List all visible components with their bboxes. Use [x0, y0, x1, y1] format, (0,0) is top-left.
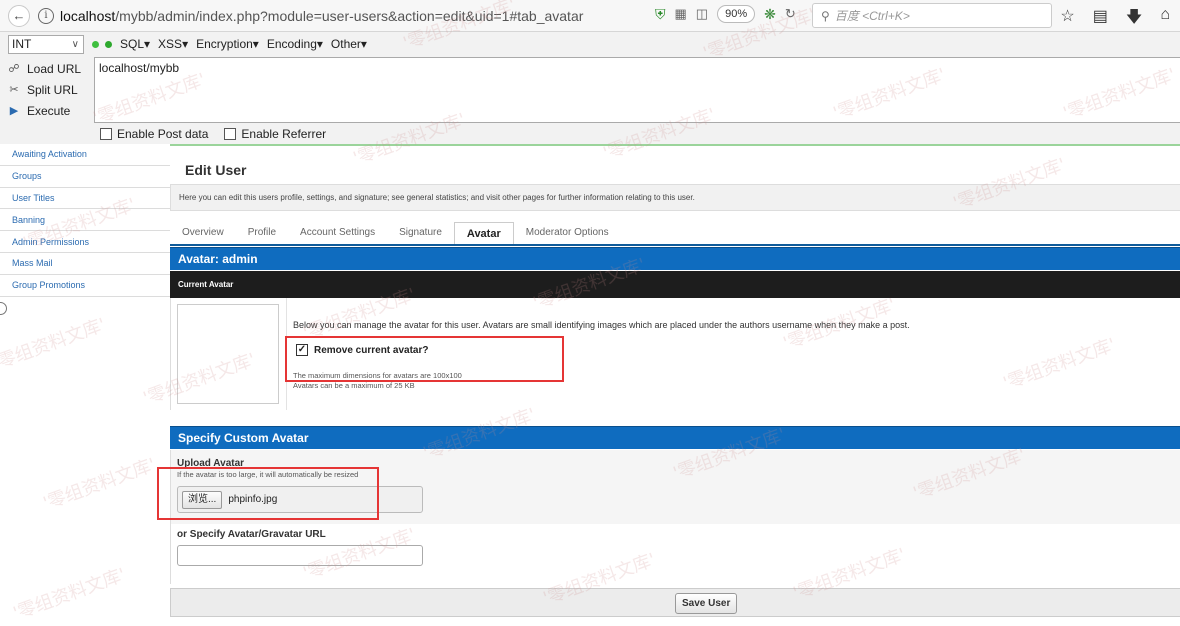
watermark-text: '零组资料文库' [40, 454, 159, 515]
checkbox-box [224, 128, 237, 140]
page-description: Here you can edit this users profile, se… [170, 184, 1180, 211]
bug-icon[interactable]: ❋ [764, 6, 776, 23]
hackbar: INT ∨ SQL▾ XSS▾ Encryption▾ Encoding▾ Ot… [0, 32, 1180, 144]
custom-avatar-panel-header: Specify Custom Avatar [170, 426, 1180, 449]
page: ← i localhost/mybb/admin/index.php?modul… [0, 0, 1180, 626]
avatar-url-section: or Specify Avatar/Gravatar URL [170, 524, 1180, 584]
sidebar-item-mass-mail[interactable]: Mass Mail [0, 253, 170, 275]
sidebar-item-admin-permissions[interactable]: Admin Permissions [0, 231, 170, 253]
sidebar-item-user-titles[interactable]: User Titles [0, 188, 170, 210]
watermark-text: '零组资料文库' [0, 314, 109, 375]
avatar-image [177, 304, 279, 404]
sidebar-item-groups[interactable]: Groups [0, 166, 170, 188]
chevron-down-icon: ∨ [71, 38, 79, 50]
reload-icon[interactable]: ↻ [785, 6, 796, 22]
radio-circle-icon [0, 302, 7, 315]
search-placeholder: 百度 <Ctrl+K> [834, 9, 910, 23]
url-path: /mybb/admin/index.php?module=user-users&… [115, 7, 584, 24]
toolbar-icons: ☆ ▤ 🡇 ⌂ [1060, 6, 1170, 33]
divider [170, 144, 1180, 146]
avatar-intro-text: Below you can manage the avatar for this… [293, 320, 910, 330]
address-bar-icons: ⛨ ▦ ◫ 90% ❋ ↻ [655, 5, 796, 23]
green-dot-icon-2[interactable] [105, 40, 112, 48]
execute-button[interactable]: ▶ Execute [0, 100, 92, 121]
search-icon: ⚲ [821, 8, 830, 23]
info-icon[interactable]: i [38, 7, 54, 24]
menu-sql[interactable]: SQL▾ [120, 37, 150, 51]
tab-account-settings[interactable]: Account Settings [288, 222, 387, 244]
form-actions: Save User [170, 588, 1180, 617]
highlight-box-upload [157, 467, 379, 520]
menu-encoding[interactable]: Encoding▾ [267, 37, 323, 51]
highlight-box-remove [285, 336, 564, 382]
save-user-button[interactable]: Save User [675, 593, 738, 614]
type-select-value: INT [12, 36, 32, 51]
search-input[interactable]: ⚲ 百度 <Ctrl+K> [812, 3, 1052, 28]
reader-icon[interactable]: ◫ [696, 6, 708, 22]
sidebar-item-banning[interactable]: Banning [0, 209, 170, 232]
avatar-url-input[interactable] [177, 545, 423, 566]
sidebar-item-awaiting-activation[interactable]: Awaiting Activation [0, 144, 170, 166]
browser-toolbar: ← i localhost/mybb/admin/index.php?modul… [0, 0, 1180, 32]
tab-avatar[interactable]: Avatar [453, 222, 514, 244]
address-bar[interactable]: localhost/mybb/admin/index.php?module=us… [60, 8, 583, 24]
hackbar-actions: ☍ Load URL ✂ Split URL ▶ Execute [0, 58, 92, 121]
hackbar-menu-row: INT ∨ SQL▾ XSS▾ Encryption▾ Encoding▾ Ot… [0, 32, 1180, 56]
type-select[interactable]: INT ∨ [8, 34, 84, 54]
menu-other[interactable]: Other▾ [331, 37, 367, 51]
tab-bar: Overview Profile Account Settings Signat… [170, 222, 621, 244]
hackbar-options: Enable Post data Enable Referrer [100, 127, 326, 141]
back-arrow-icon[interactable]: ← [8, 4, 30, 27]
scissors-icon: ✂ [9, 84, 19, 96]
load-url-button[interactable]: ☍ Load URL [0, 58, 92, 79]
shield-icon[interactable]: ⛨ [655, 6, 666, 23]
tab-underline [170, 244, 1180, 246]
current-avatar-subheader: Current Avatar [170, 271, 1180, 298]
enable-referrer-checkbox[interactable]: Enable Referrer [224, 127, 326, 141]
page-title: Edit User [185, 162, 247, 178]
sidebar: Awaiting Activation Groups User Titles B… [0, 144, 170, 297]
split-url-button[interactable]: ✂ Split URL [0, 79, 92, 100]
play-icon: ▶ [9, 105, 19, 117]
tab-moderator-options[interactable]: Moderator Options [514, 222, 621, 244]
menu-xss[interactable]: XSS▾ [158, 37, 188, 51]
avatar-url-label: or Specify Avatar/Gravatar URL [177, 529, 326, 540]
home-icon[interactable]: ⌂ [1160, 6, 1170, 33]
tab-profile[interactable]: Profile [236, 222, 288, 244]
max-size-note: Avatars can be a maximum of 25 KB [293, 381, 415, 390]
watermark-text: '零组资料文库' [10, 564, 129, 625]
tab-signature[interactable]: Signature [387, 222, 454, 244]
avatar-panel-header: Avatar: admin [170, 247, 1180, 270]
url-host: localhost [60, 7, 116, 24]
link-icon: ☍ [8, 63, 20, 75]
download-icon[interactable]: 🡇 [1126, 6, 1142, 33]
green-dot-icon[interactable] [92, 40, 99, 48]
menu-encryption[interactable]: Encryption▾ [196, 37, 259, 51]
checkbox-box [100, 128, 112, 140]
reading-list-icon[interactable]: ▤ [1093, 6, 1108, 33]
qr-code-icon[interactable]: ▦ [675, 6, 687, 22]
enable-post-checkbox[interactable]: Enable Post data [100, 127, 208, 141]
bookmark-star-icon[interactable]: ☆ [1060, 6, 1074, 33]
sidebar-item-group-promotions[interactable]: Group Promotions [0, 275, 170, 297]
tab-overview[interactable]: Overview [170, 222, 236, 244]
hackbar-url-textarea[interactable]: localhost/mybb [94, 57, 1180, 123]
main-content: Edit User Here you can edit this users p… [157, 144, 1180, 626]
zoom-level[interactable]: 90% [717, 5, 756, 23]
